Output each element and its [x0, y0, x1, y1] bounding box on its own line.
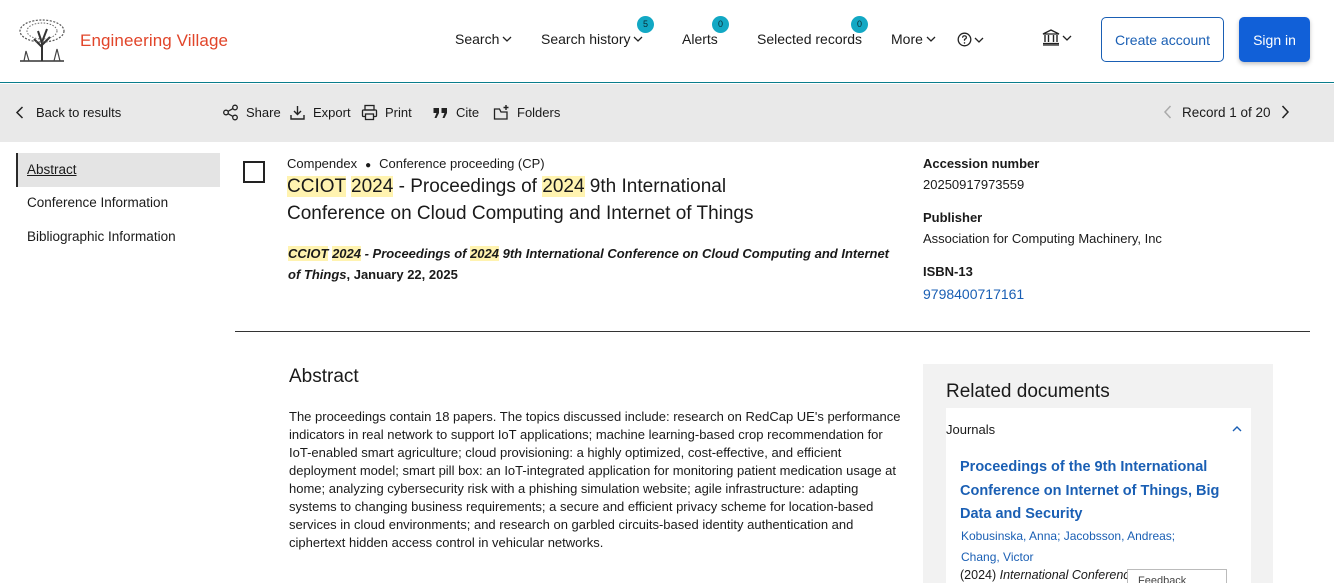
folder-add-icon — [493, 105, 509, 120]
chevron-down-icon — [926, 36, 936, 42]
related-documents-heading: Related documents — [946, 381, 1110, 402]
help-menu[interactable] — [957, 32, 984, 47]
nav-search-label: Search — [455, 31, 500, 47]
sidenav-item-conference-information[interactable]: Conference Information — [16, 186, 220, 220]
export-label: Export — [313, 105, 351, 120]
institution-menu[interactable] — [1042, 29, 1072, 46]
create-account-button[interactable]: Create account — [1101, 17, 1224, 62]
related-document-year: (2024) — [960, 568, 1000, 582]
record-position-label: Record 1 of 20 — [1182, 104, 1271, 120]
next-record-chevron-icon[interactable] — [1279, 104, 1291, 120]
share-button[interactable]: Share — [222, 104, 281, 121]
nav-more[interactable]: More — [891, 31, 936, 47]
elsevier-tree-logo-icon[interactable] — [16, 17, 68, 63]
folders-button[interactable]: Folders — [493, 104, 560, 121]
search-history-count-badge: 5 — [637, 16, 654, 33]
isbn-label: ISBN-13 — [923, 264, 973, 279]
source-highlight: 2024 — [470, 246, 499, 261]
abstract-text: The proceedings contain 18 papers. The t… — [289, 409, 901, 550]
top-header: Engineering Village Search Search histor… — [0, 0, 1334, 83]
previous-record-chevron-icon[interactable] — [1162, 104, 1174, 120]
isbn-link[interactable]: 9798400717161 — [923, 286, 1024, 302]
feedback-button[interactable]: Feedback — [1127, 569, 1227, 583]
nav-search-history-label: Search history — [541, 31, 631, 47]
record-source: CCIOT 2024 - Proceedings of 2024 9th Int… — [288, 243, 903, 285]
database-name: Compendex — [287, 156, 358, 171]
back-to-results-link[interactable]: Back to results — [12, 104, 121, 121]
record-title: CCIOT 2024 - Proceedings of 2024 9th Int… — [287, 174, 767, 227]
source-date: , January 22, 2025 — [346, 267, 458, 282]
section-divider — [235, 331, 1310, 332]
source-highlight: CCIOT — [288, 246, 329, 261]
source-highlight: 2024 — [332, 246, 361, 261]
abstract-heading: Abstract — [289, 366, 359, 387]
print-label: Print — [385, 105, 412, 120]
separator-dot-icon: ● — [365, 160, 372, 171]
related-documents-list: Journals Proceedings of the 9th Internat… — [946, 408, 1251, 583]
record-pagination: Record 1 of 20 — [1162, 104, 1291, 120]
title-text: - Proceedings of — [393, 176, 543, 197]
help-icon — [957, 32, 972, 47]
nav-alerts[interactable]: Alerts — [682, 31, 718, 47]
chevron-down-icon — [974, 37, 984, 43]
publisher-value: Association for Computing Machinery, Inc — [923, 231, 1162, 246]
nav-search[interactable]: Search — [455, 31, 512, 47]
title-highlight: 2024 — [351, 176, 394, 197]
source-text: - Proceedings of — [361, 246, 471, 261]
back-to-results-label: Back to results — [36, 105, 122, 120]
record-toolbar: Back to results Share Export Print Cite — [0, 84, 1334, 142]
sidenav-item-abstract[interactable]: Abstract — [16, 153, 220, 187]
related-documents-panel: Related documents Journals Proceedings o… — [923, 364, 1273, 583]
publisher-label: Publisher — [923, 210, 983, 225]
brand-name[interactable]: Engineering Village — [80, 31, 228, 51]
related-document-authors[interactable]: Kobusinska, Anna; Jacobsson, Andreas; Ch… — [961, 526, 1201, 568]
chevron-down-icon — [1062, 35, 1072, 41]
title-highlight: 2024 — [542, 176, 585, 197]
journals-label: Journals — [946, 421, 996, 437]
sign-in-button[interactable]: Sign in — [1239, 17, 1310, 62]
print-button[interactable]: Print — [361, 104, 412, 121]
related-document-title-link[interactable]: Proceedings of the 9th International Con… — [960, 456, 1230, 527]
document-type: Conference proceeding (CP) — [379, 156, 545, 171]
nav-search-history[interactable]: Search history — [541, 31, 643, 47]
nav-selected-records-label: Selected records — [757, 31, 863, 47]
alerts-count-badge: 0 — [712, 16, 729, 33]
chevron-left-icon — [15, 106, 24, 119]
nav-more-label: More — [891, 31, 923, 47]
printer-icon — [361, 104, 378, 121]
select-record-checkbox[interactable] — [243, 161, 265, 183]
journals-accordion-toggle[interactable]: Journals — [946, 418, 1251, 440]
accession-number-label: Accession number — [923, 156, 1040, 171]
chevron-up-icon — [1232, 426, 1242, 432]
selected-records-count-badge: 0 — [851, 16, 868, 33]
nav-alerts-label: Alerts — [682, 31, 718, 47]
quote-icon — [433, 108, 447, 118]
sidenav-item-bibliographic-information[interactable]: Bibliographic Information — [16, 220, 220, 254]
cite-button[interactable]: Cite — [432, 104, 479, 121]
chevron-down-icon — [502, 36, 512, 42]
nav-selected-records[interactable]: Selected records — [757, 31, 862, 47]
folders-label: Folders — [517, 105, 561, 120]
export-button[interactable]: Export — [289, 104, 351, 121]
accession-number-value: 20250917973559 — [923, 177, 1025, 192]
institution-icon — [1042, 29, 1060, 46]
chevron-down-icon — [634, 36, 643, 42]
title-highlight: CCIOT — [287, 176, 346, 197]
cite-label: Cite — [456, 105, 480, 120]
share-label: Share — [246, 105, 281, 120]
share-icon — [223, 104, 238, 121]
record-meta: Compendex ● Conference proceeding (CP) — [287, 156, 545, 171]
export-download-icon — [290, 106, 305, 120]
